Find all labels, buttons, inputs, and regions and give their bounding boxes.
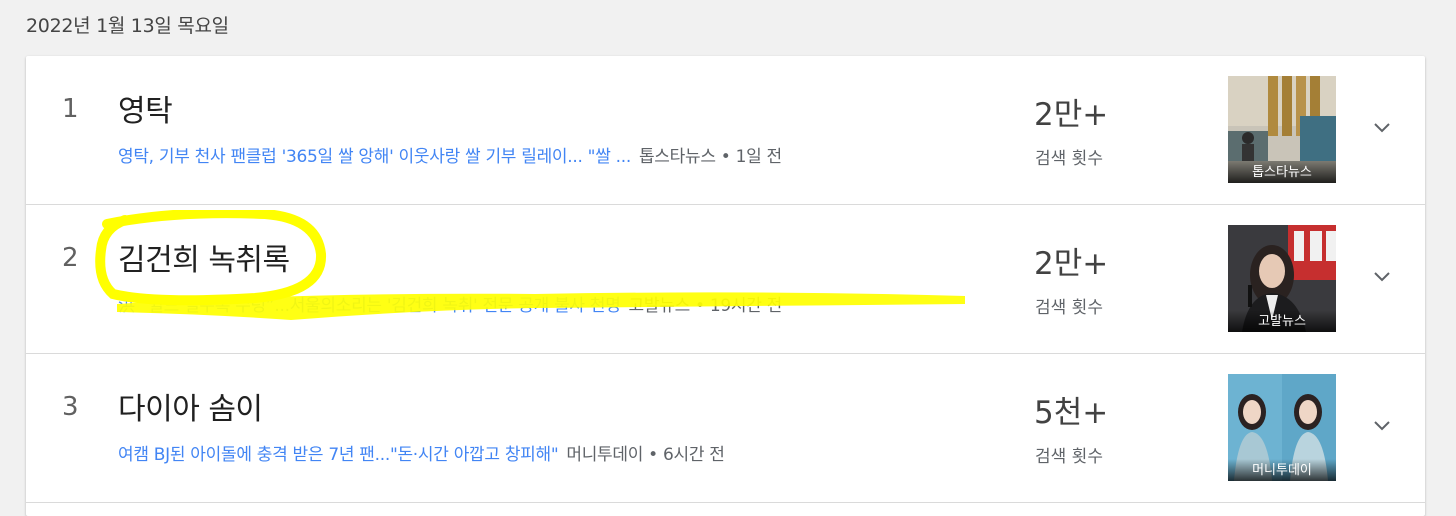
search-count-label: 검색 횟수 <box>1035 447 1103 467</box>
search-count: 2만+ <box>1034 97 1109 133</box>
search-count: 2만+ <box>1034 246 1109 282</box>
article-link[interactable]: 洪 “쉴드 칠수록 수렁”...서울의소리는 '김건희 녹취' 전문 공개 불사… <box>118 296 621 316</box>
news-thumbnail[interactable]: 머니투데이 <box>1228 374 1336 481</box>
date-header: 2022년 1월 13일 목요일 <box>26 15 229 37</box>
rank-number: 2 <box>62 243 79 273</box>
trending-list: 1 영탁 영탁, 기부 천사 팬클럽 '365일 쌀 앙해' 이웃사랑 쌀 기부… <box>26 56 1425 516</box>
trend-article: 洪 “쉴드 칠수록 수렁”...서울의소리는 '김건희 녹취' 전문 공개 불사… <box>118 291 782 316</box>
trend-item-2[interactable]: 2 김건희 녹취록 洪 “쉴드 칠수록 수렁”...서울의소리는 '김건희 녹취… <box>26 205 1425 354</box>
rank-number: 1 <box>62 94 79 124</box>
article-link[interactable]: 여캠 BJ된 아이돌에 충격 받은 7년 팬..."돈·시간 아깝고 창피해" <box>118 445 559 465</box>
search-count-label: 검색 횟수 <box>1035 298 1103 318</box>
trend-article: 영탁, 기부 천사 팬클럽 '365일 쌀 앙해' 이웃사랑 쌀 기부 릴레이.… <box>118 142 782 167</box>
chevron-down-icon[interactable] <box>1371 414 1393 436</box>
trend-item-1[interactable]: 1 영탁 영탁, 기부 천사 팬클럽 '365일 쌀 앙해' 이웃사랑 쌀 기부… <box>26 56 1425 205</box>
news-thumbnail[interactable]: 고발뉴스 <box>1228 225 1336 332</box>
trend-item-3[interactable]: 3 다이아 솜이 여캠 BJ된 아이돌에 충격 받은 7년 팬..."돈·시간 … <box>26 354 1425 503</box>
chevron-down-icon[interactable] <box>1371 265 1393 287</box>
news-thumbnail[interactable]: 톱스타뉴스 <box>1228 76 1336 183</box>
trend-title[interactable]: 김건희 녹취록 <box>118 235 290 279</box>
chevron-down-icon[interactable] <box>1371 116 1393 138</box>
trend-title[interactable]: 영탁 <box>118 86 173 130</box>
article-source: 톱스타뉴스 • 1일 전 <box>638 147 782 167</box>
trend-title[interactable]: 다이아 솜이 <box>118 384 263 428</box>
article-link[interactable]: 영탁, 기부 천사 팬클럽 '365일 쌀 앙해' 이웃사랑 쌀 기부 릴레이.… <box>118 147 631 167</box>
rank-number: 3 <box>62 392 79 422</box>
article-source: 머니투데이 • 6시간 전 <box>566 445 725 465</box>
thumbnail-caption: 톱스타뉴스 <box>1228 161 1336 183</box>
trend-article: 여캠 BJ된 아이돌에 충격 받은 7년 팬..."돈·시간 아깝고 창피해" 머… <box>118 440 725 465</box>
search-count-label: 검색 횟수 <box>1035 149 1103 169</box>
thumbnail-caption: 머니투데이 <box>1228 459 1336 481</box>
thumbnail-caption: 고발뉴스 <box>1228 310 1336 332</box>
search-count: 5천+ <box>1034 395 1109 431</box>
article-source: 고발뉴스 • 19시간 전 <box>628 296 783 316</box>
